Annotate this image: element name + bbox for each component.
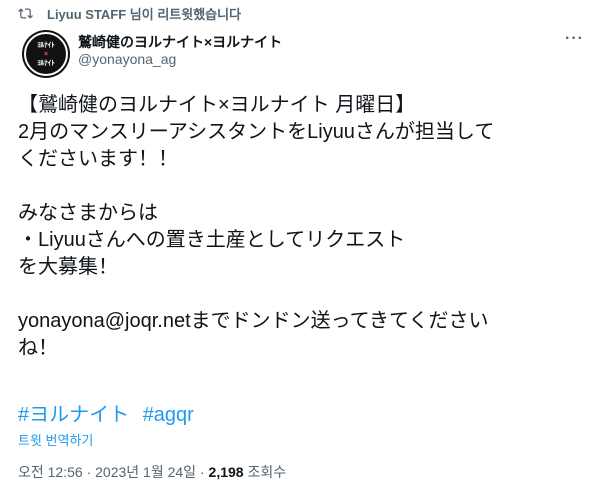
author-handle[interactable]: @yonayona_ag [78,51,176,67]
meta-separator: · [199,464,209,480]
avatar[interactable]: ﾖﾙﾅｲﾄ × ﾖﾙﾅｲﾄ [22,30,70,78]
translate-tweet-link[interactable]: 트윗 번역하기 [18,430,93,449]
tweet-spacer [18,173,583,200]
avatar-logo: ﾖﾙﾅｲﾄ × ﾖﾙﾅｲﾄ [24,32,68,76]
tweet-meta: 오전 12:56 · 2023년 1월 24일 · 2,198 조회수 [18,462,286,482]
tweet-line: ・Liyuuさんへの置き土産としてリクエスト [18,229,406,251]
views-count: 2,198 [208,464,244,480]
tweet-line: 【鷲崎健のヨルナイト×ヨルナイト 月曜日】 [18,94,416,116]
tweet-line: ね！ [18,337,58,359]
meta-separator: · [86,464,96,480]
retweet-label: Liyuu STAFF 님이 리트윗했습니다 [47,6,242,22]
tweet-line: を大募集！ [18,256,118,278]
hashtag-list: #ヨルナイト #agqr [18,398,202,427]
tweet-line: みなさまからは [18,202,158,224]
more-icon[interactable]: ··· [565,30,584,48]
hashtag-link[interactable]: #agqr [143,404,194,426]
tweet-date[interactable]: 2023년 1월 24일 [95,464,196,480]
tweet-line: 2月のマンスリーアシスタントをLiyuuさんが担当して [18,121,495,143]
tweet-spacer [18,281,583,308]
tweet-line: yonayona@joqr.netまでドンドン送ってきてください [18,310,489,332]
views-label: 조회수 [247,464,287,480]
author-name[interactable]: 鷲崎健のヨルナイト×ヨルナイト [78,32,282,52]
hashtag-link[interactable]: #ヨルナイト [18,404,129,426]
retweet-icon [18,7,33,19]
tweet-text: 【鷲崎健のヨルナイト×ヨルナイト 月曜日】 2月のマンスリーアシスタントをLiy… [18,92,583,362]
tweet-time[interactable]: 오전 12:56 [18,464,83,480]
tweet-line: くださいます！！ [18,148,178,170]
retweet-indicator[interactable]: Liyuu STAFF 님이 리트윗했습니다 [18,4,241,22]
